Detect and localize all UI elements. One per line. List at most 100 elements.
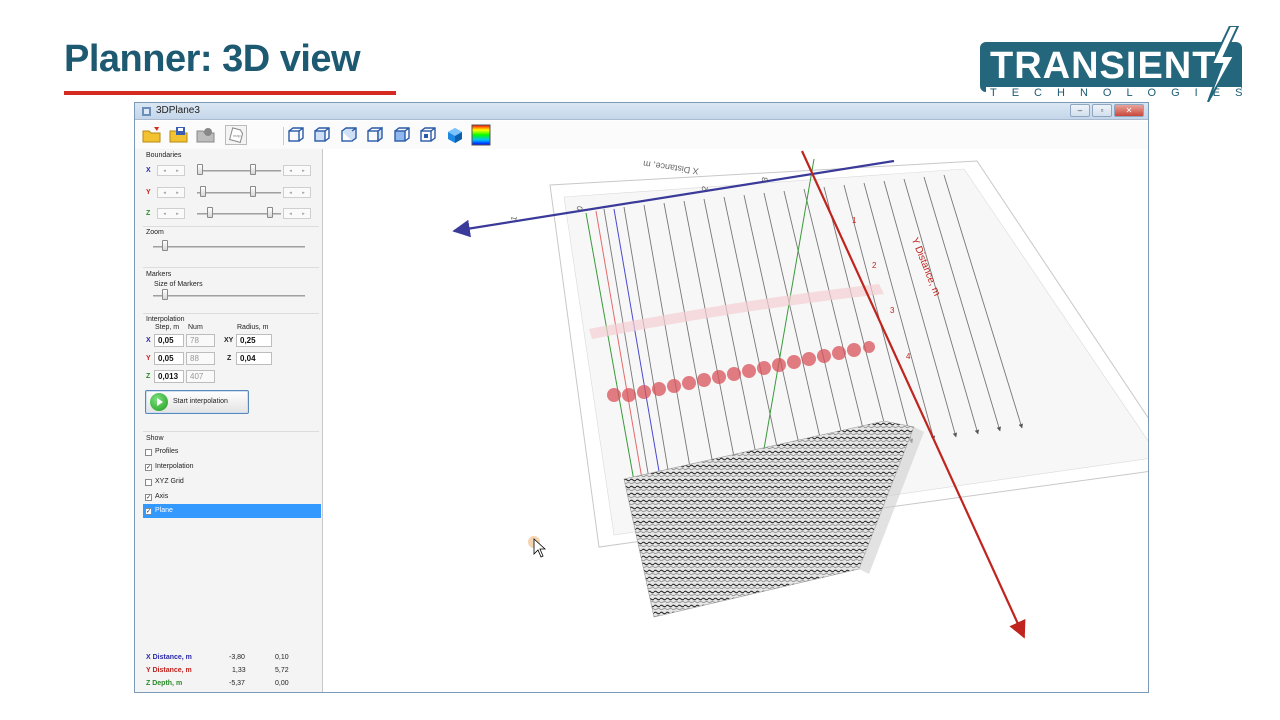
xyz-grid-label: XYZ Grid [155,478,184,485]
y-num-field: 88 [186,352,215,365]
x-distance-min: -3,80 [229,654,245,661]
boundary-x-min-thumb[interactable] [196,164,203,175]
x-axis-label: X Distance, m [642,159,699,177]
y-tick-1: 1 [852,216,857,225]
slide: Planner: 3D view TRANSIENT TECHNOLOGIES … [0,0,1280,720]
boundary-z-min-spinner[interactable]: ◂ ▸ [157,208,185,219]
divider [143,313,319,314]
marker-size-label: Size of Markers [154,281,203,288]
title-underline [64,91,396,95]
boundary-y-max-thumb[interactable] [250,186,257,197]
interpolation-show-label: Interpolation [155,463,194,470]
profiles-checkbox[interactable] [145,449,152,456]
control-panel: Boundaries X ◂ ▸ ◂ ▸ Y ◂ ▸ ◂ ▸ Z ◂ ▸ ◂ ▸ Zoom [135,149,323,692]
y-step-field[interactable]: 0,05 [154,352,184,365]
cube-view-6-icon[interactable] [417,125,439,145]
boundary-y-label: Y [146,189,151,196]
boundary-x-max-spinner[interactable]: ◂ ▸ [283,165,311,176]
zoom-track [153,246,305,248]
interp-z-label: Z [146,373,151,380]
export-icon[interactable] [195,125,217,145]
x-tick-1: 1 [509,215,519,221]
y-tick-4: 4 [906,352,911,361]
y-distance-label: Y Distance, m [146,667,192,674]
start-interpolation-label: Start interpolation [173,398,228,405]
svg-text:map: map [233,133,242,138]
show-label: Show [146,435,164,442]
window-titlebar[interactable]: 3DPlane3 – ▫ ✕ [135,103,1148,120]
x-step-field[interactable]: 0,05 [154,334,184,347]
y-tick-2: 2 [872,261,877,270]
axis-label: Axis [155,493,169,500]
markers-label: Markers [146,271,172,278]
boundary-z-min-thumb[interactable] [207,207,214,218]
solid-cube-icon[interactable] [444,125,466,145]
marker-size-track [153,295,305,297]
interp-x-label: X [146,337,151,344]
cube-view-4-icon[interactable] [364,125,386,145]
close-button[interactable]: ✕ [1114,104,1144,117]
window-controls: – ▫ ✕ [1070,104,1144,117]
toolbar-separator [283,127,284,145]
cube-view-2-icon[interactable] [311,125,333,145]
open-folder-icon[interactable] [141,125,163,145]
step-header: Step, m [155,324,180,331]
plane-label: Plane [155,507,173,514]
x-tick-2: 2 [700,185,710,191]
x-tick-3: 3 [760,176,770,182]
cube-view-5-icon[interactable] [391,125,413,145]
z-radius-label: Z [227,355,232,362]
app-icon [142,107,151,116]
minimize-button[interactable]: – [1070,104,1090,117]
boundary-y-min-spinner[interactable]: ◂ ▸ [157,187,185,198]
x-distance-max: 0,10 [275,654,289,661]
radius-header: Radius, m [237,324,269,331]
3d-viewport[interactable]: X Distance, m 0 1 2 3 Y Distance, m 1 2 … [324,149,1148,693]
z-depth-label: Z Depth, m [146,680,183,687]
boundary-z-max-thumb[interactable] [267,207,274,218]
y-distance-max: 5,72 [275,667,289,674]
map-icon[interactable]: map [225,125,247,145]
boundary-y-max-spinner[interactable]: ◂ ▸ [283,187,311,198]
boundary-z-max-spinner[interactable]: ◂ ▸ [283,208,311,219]
window-title: 3DPlane3 [156,105,200,116]
boundary-z-label: Z [146,210,151,217]
xyz-grid-checkbox[interactable] [145,479,152,486]
boundaries-label: Boundaries [146,152,182,159]
divider [143,267,319,268]
boundary-x-track [197,170,281,172]
palette-icon[interactable] [470,124,492,146]
z-depth-max: 0,00 [275,680,289,687]
x-num-field: 78 [186,334,215,347]
start-interpolation-button[interactable]: Start interpolation [145,390,249,414]
app-window: 3DPlane3 – ▫ ✕ map Boundaries X ◂ ▸ ◂ ▸ … [134,102,1149,693]
cube-view-3-icon[interactable] [338,125,360,145]
z-depth-min: -5,37 [229,680,245,687]
axis-checkbox[interactable]: ✓ [145,494,152,501]
zoom-slider-thumb[interactable] [162,240,169,251]
plane-checkbox[interactable]: ✓ [145,508,152,515]
z-radius-field[interactable]: 0,04 [236,352,272,365]
boundary-x-min-spinner[interactable]: ◂ ▸ [157,165,185,176]
z-step-field[interactable]: 0,013 [154,370,184,383]
boundary-y-track [197,192,281,194]
mouse-cursor [528,536,547,558]
cube-view-1-icon[interactable] [285,125,307,145]
marker-size-slider-thumb[interactable] [162,289,169,300]
boundary-x-max-thumb[interactable] [250,164,257,175]
save-icon[interactable] [168,125,190,145]
divider [143,226,319,227]
boundary-x-label: X [146,167,151,174]
maximize-button[interactable]: ▫ [1092,104,1112,117]
xy-radius-field[interactable]: 0,25 [236,334,272,347]
boundary-y-min-thumb[interactable] [199,186,206,197]
z-num-field: 407 [186,370,215,383]
profiles-label: Profiles [155,448,179,455]
slide-title: Planner: 3D view [64,38,361,80]
3d-scene[interactable]: X Distance, m 0 1 2 3 Y Distance, m 1 2 … [324,149,1148,693]
toolbar: map [135,121,1148,149]
interpolation-checkbox[interactable]: ✓ [145,464,152,471]
divider [143,431,319,432]
num-header: Num [188,324,203,331]
logo-wordmark: TRANSIENT [990,45,1217,87]
